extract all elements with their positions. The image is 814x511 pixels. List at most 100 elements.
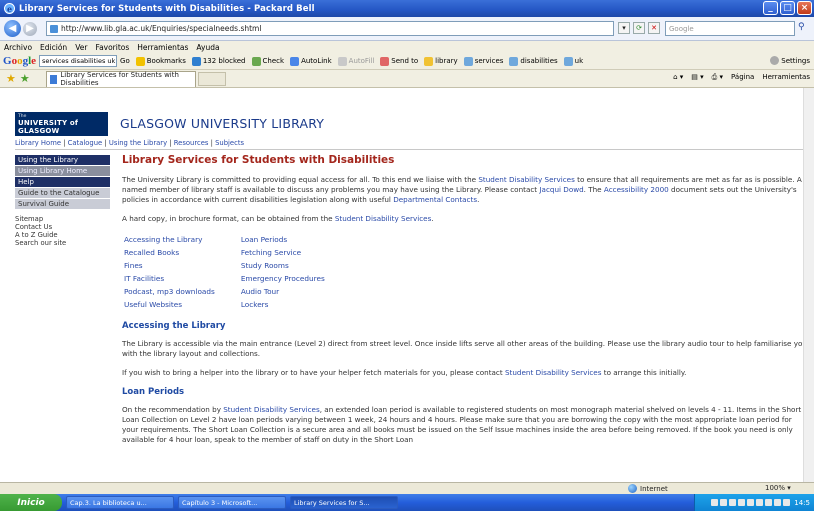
sidebar-link-sitemap[interactable]: Sitemap — [15, 215, 110, 223]
sidebar-item-library-home[interactable]: Using Library Home — [15, 166, 110, 176]
stop-icon[interactable]: ✕ — [648, 22, 660, 34]
google-search-input[interactable]: services disabilities uk — [39, 55, 118, 67]
menu-edicion[interactable]: Edición — [40, 43, 67, 52]
page-menu[interactable]: Página — [731, 73, 754, 82]
nav-resources[interactable]: Resources — [174, 139, 209, 147]
favorites-star-icon[interactable]: ★ — [6, 72, 16, 85]
bookmarks-button[interactable]: Bookmarks — [135, 56, 186, 66]
link-fetching-service[interactable]: Fetching Service — [241, 246, 325, 259]
sidebar-item-using-library[interactable]: Using the Library — [15, 155, 110, 165]
add-favorites-icon[interactable]: ★ — [20, 72, 30, 85]
nav-catalogue[interactable]: Catalogue — [68, 139, 103, 147]
vertical-scrollbar[interactable] — [803, 88, 814, 482]
nav-using-library[interactable]: Using the Library — [109, 139, 167, 147]
page-title: Library Services for Students with Disab… — [122, 154, 395, 166]
sidebar-link-atoz[interactable]: A to Z Guide — [15, 231, 110, 239]
dropdown-icon[interactable]: ▾ — [618, 22, 630, 34]
address-bar[interactable]: http://www.lib.gla.ac.uk/Enquiries/speci… — [46, 21, 614, 36]
taskbar-button-ie[interactable]: Library Services for S... — [290, 496, 398, 509]
helper-paragraph: If you wish to bring a helper into the l… — [122, 368, 687, 377]
print-icon[interactable]: ⎙ ▾ — [712, 73, 723, 82]
link-useful-websites[interactable]: Useful Websites — [124, 298, 215, 311]
popup-blocked-button[interactable]: 132 blocked — [191, 56, 246, 66]
highlight-disabilities[interactable]: disabilities — [509, 56, 558, 66]
jacqui-dowd-link[interactable]: Jacqui Dowd — [539, 185, 583, 194]
link-accessing-library[interactable]: Accessing the Library — [124, 233, 215, 246]
link-it-facilities[interactable]: IT Facilities — [124, 272, 215, 285]
autofill-button[interactable]: AutoFill — [337, 56, 374, 66]
google-settings-button[interactable]: Settings — [770, 56, 810, 65]
loan-paragraph: On the recommendation by Student Disabil… — [122, 405, 802, 444]
link-recalled-books[interactable]: Recalled Books — [124, 246, 215, 259]
tab-library-services[interactable]: Library Services for Students with Disab… — [45, 70, 196, 87]
sidebar: Using the Library Using Library Home Hel… — [15, 155, 110, 247]
page-icon — [50, 24, 58, 33]
accessibility-2000-link[interactable]: Accessibility 2000 — [604, 185, 669, 194]
autolink-icon — [290, 56, 300, 66]
taskbar-button-word[interactable]: Capítulo 3 - Microsoft... — [178, 496, 286, 509]
student-disability-services-link[interactable]: Student Disability Services — [335, 214, 431, 223]
sendto-icon — [380, 56, 390, 66]
back-button[interactable]: ◀ — [4, 20, 21, 37]
zoom-level[interactable]: 100% ▾ — [765, 484, 791, 492]
menu-favoritos[interactable]: Favoritos — [95, 43, 129, 52]
minimize-button[interactable]: _ — [763, 1, 778, 15]
status-bar: Internet 100% ▾ — [0, 482, 814, 494]
home-icon[interactable]: ⌂ ▾ — [673, 73, 683, 82]
refresh-icon[interactable]: ⟳ — [633, 22, 645, 34]
search-input[interactable]: Google — [665, 21, 795, 36]
sidebar-item-guide-catalogue[interactable]: Guide to the Catalogue — [15, 188, 110, 198]
link-lockers[interactable]: Lockers — [241, 298, 325, 311]
link-emergency-procedures[interactable]: Emergency Procedures — [241, 272, 325, 285]
university-logo[interactable]: The UNIVERSITY of GLASGOW — [15, 112, 108, 136]
sidebar-link-search[interactable]: Search our site — [15, 239, 110, 247]
menu-bar: Archivo Edición Ver Favoritos Herramient… — [0, 41, 814, 53]
sendto-button[interactable]: Send to — [380, 56, 418, 66]
student-disability-services-link[interactable]: Student Disability Services — [223, 405, 319, 414]
forward-button[interactable]: ▶ — [23, 21, 37, 36]
highlight-library[interactable]: library — [424, 56, 458, 66]
feeds-icon[interactable]: ▤ ▾ — [691, 73, 703, 82]
search-icon[interactable]: ⚲ — [798, 22, 810, 34]
link-loan-periods[interactable]: Loan Periods — [241, 233, 325, 246]
link-fines[interactable]: Fines — [124, 259, 215, 272]
student-disability-services-link[interactable]: Student Disability Services — [478, 175, 574, 184]
student-disability-services-link[interactable]: Student Disability Services — [505, 368, 601, 377]
highlight-uk[interactable]: uk — [563, 56, 583, 66]
settings-icon — [770, 56, 780, 65]
breadcrumb: Library Home | Catalogue | Using the Lib… — [15, 139, 245, 147]
maximize-button[interactable]: □ — [780, 1, 795, 15]
nav-subjects[interactable]: Subjects — [215, 139, 244, 147]
popup-icon — [191, 56, 201, 66]
tab-bar: ★ ★ Library Services for Students with D… — [0, 70, 814, 88]
highlight-services[interactable]: services — [463, 56, 503, 66]
link-audio-tour[interactable]: Audio Tour — [241, 285, 325, 298]
sidebar-item-help[interactable]: Help — [15, 177, 110, 187]
autolink-button[interactable]: AutoLink — [290, 56, 332, 66]
library-title: GLASGOW UNIVERSITY LIBRARY — [120, 116, 325, 131]
taskbar-button-doc1[interactable]: Cap.3. La biblioteca u... — [66, 496, 174, 509]
menu-ayuda[interactable]: Ayuda — [196, 43, 219, 52]
google-go-button[interactable]: Go — [120, 57, 130, 65]
taskbar: Inicio Cap.3. La biblioteca u... Capítul… — [0, 494, 814, 511]
sidebar-item-survival-guide[interactable]: Survival Guide — [15, 199, 110, 209]
check-button[interactable]: Check — [251, 56, 284, 66]
close-button[interactable]: × — [797, 1, 812, 15]
tools-menu[interactable]: Herramientas — [762, 73, 810, 82]
link-podcast[interactable]: Podcast, mp3 downloads — [124, 285, 215, 298]
tray-icons[interactable] — [711, 499, 791, 506]
departmental-contacts-link[interactable]: Departmental Contacts — [393, 195, 477, 204]
nav-library-home[interactable]: Library Home — [15, 139, 61, 147]
autofill-icon — [337, 56, 347, 66]
sidebar-link-contact[interactable]: Contact Us — [15, 223, 110, 231]
section-heading-accessing: Accessing the Library — [122, 321, 226, 331]
url-text: http://www.lib.gla.ac.uk/Enquiries/speci… — [61, 24, 262, 33]
link-study-rooms[interactable]: Study Rooms — [241, 259, 325, 272]
new-tab-button[interactable] — [197, 71, 226, 86]
start-button[interactable]: Inicio — [0, 494, 62, 511]
menu-herramientas[interactable]: Herramientas — [137, 43, 188, 52]
section-heading-loan: Loan Periods — [122, 387, 185, 397]
menu-archivo[interactable]: Archivo — [4, 43, 32, 52]
term-icon — [463, 56, 473, 66]
menu-ver[interactable]: Ver — [75, 43, 87, 52]
